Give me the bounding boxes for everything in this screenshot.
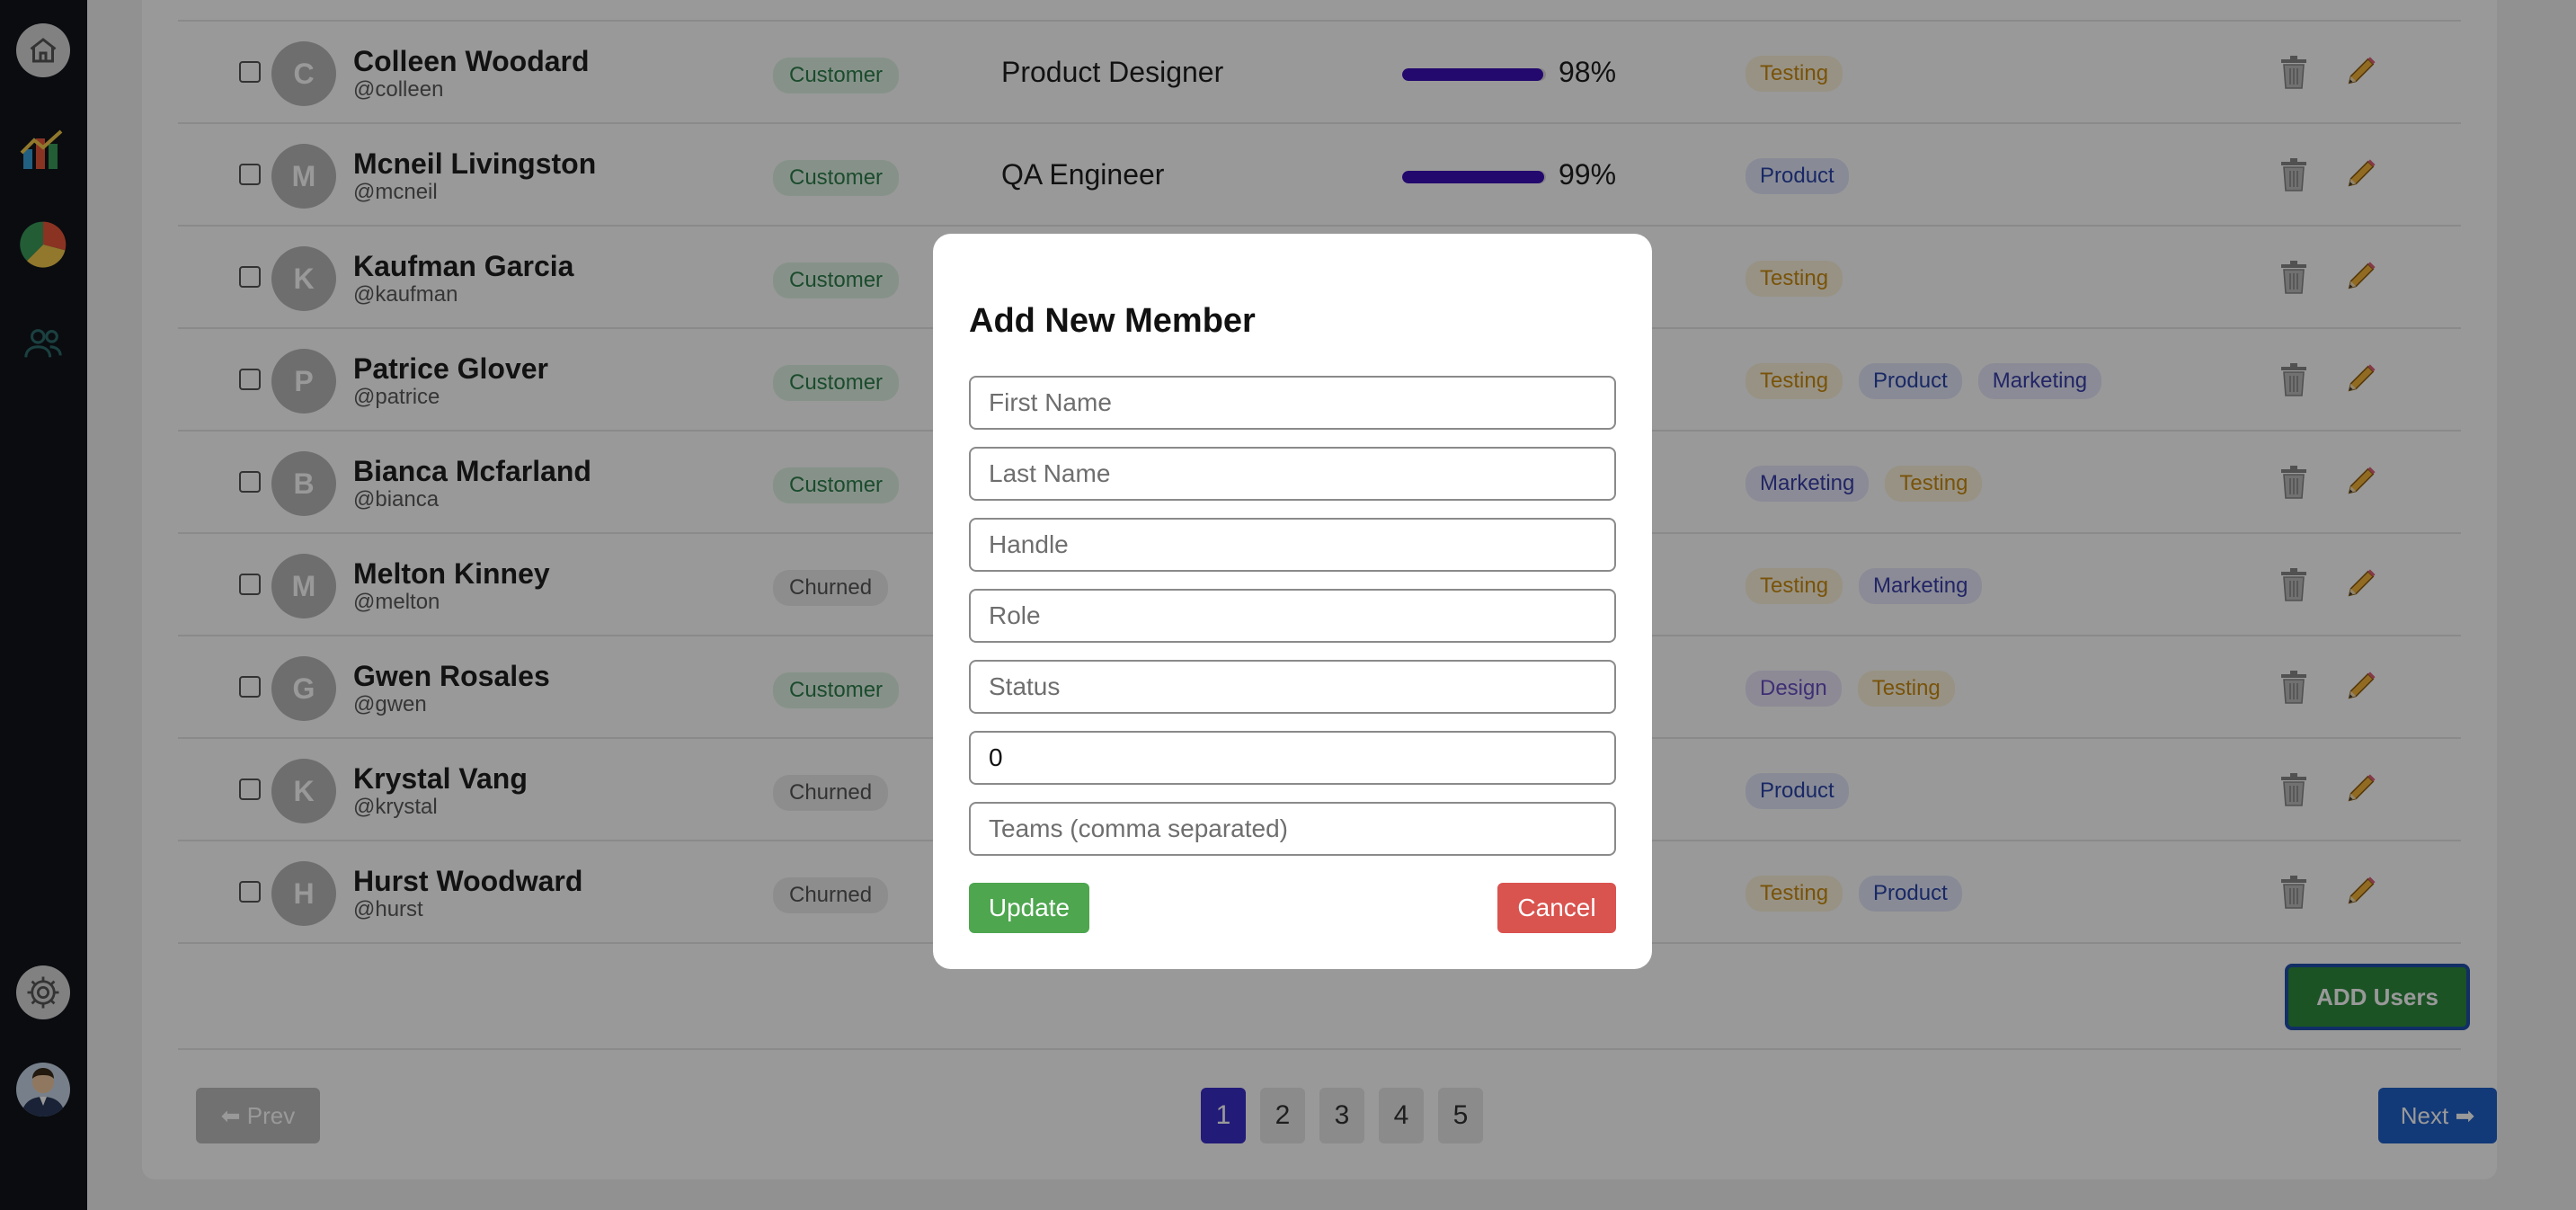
add-member-modal: Add New Member Update Cancel xyxy=(933,234,1652,969)
teams-input[interactable] xyxy=(969,802,1616,856)
modal-title: Add New Member xyxy=(969,302,1256,340)
role-input[interactable] xyxy=(969,589,1616,643)
last-name-input[interactable] xyxy=(969,447,1616,501)
handle-input[interactable] xyxy=(969,518,1616,572)
update-button[interactable]: Update xyxy=(969,883,1089,933)
first-name-input[interactable] xyxy=(969,376,1616,430)
cancel-button[interactable]: Cancel xyxy=(1497,883,1616,933)
status-input[interactable] xyxy=(969,660,1616,714)
progress-input[interactable] xyxy=(969,731,1616,785)
